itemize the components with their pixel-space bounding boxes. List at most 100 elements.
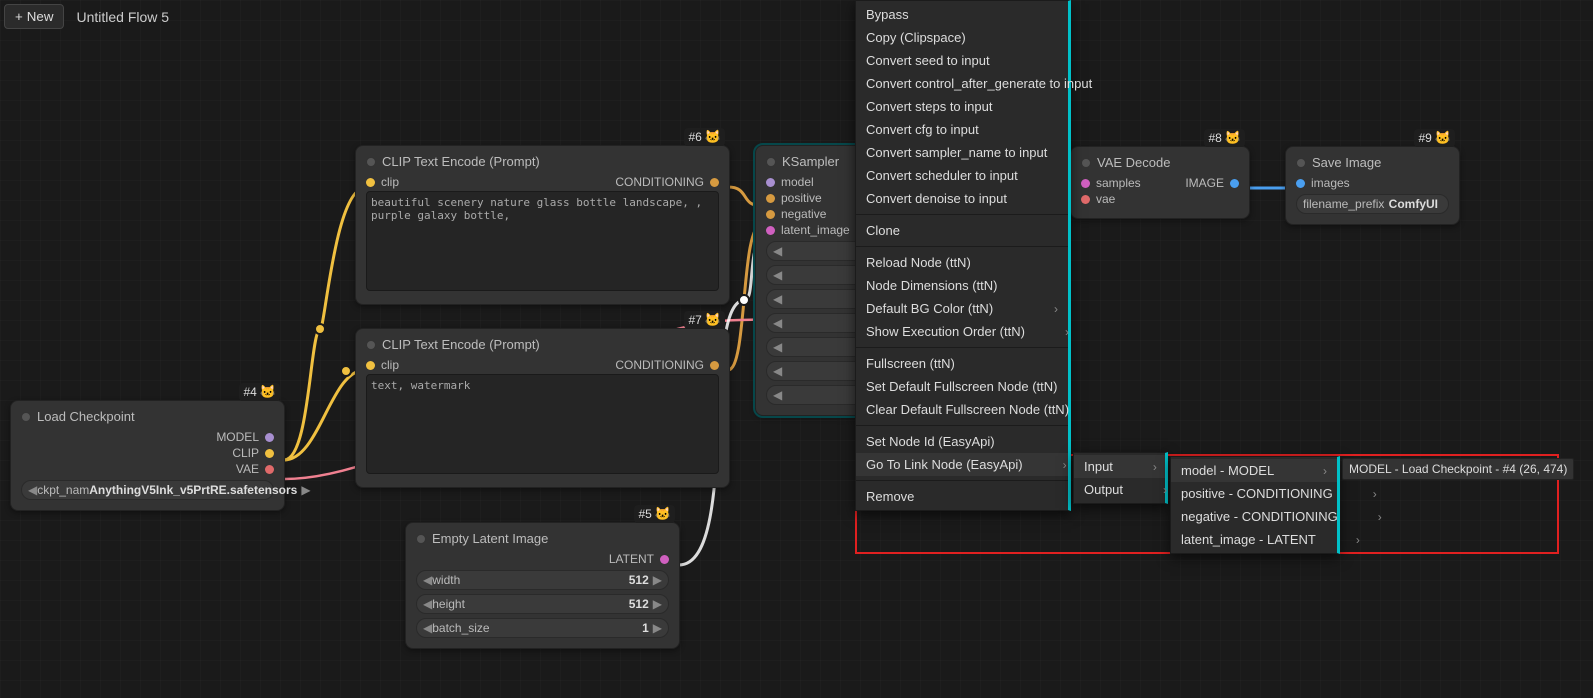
port-images-in[interactable] bbox=[1296, 179, 1305, 188]
port-label: CONDITIONING bbox=[615, 175, 704, 189]
port-clip-out[interactable] bbox=[265, 449, 274, 458]
node-title: Save Image bbox=[1312, 155, 1381, 170]
width-widget[interactable]: ◀width512▶ bbox=[416, 570, 669, 590]
port-clip-in[interactable] bbox=[366, 361, 375, 370]
ctx-item-convert-seed[interactable]: Convert seed to input bbox=[856, 49, 1068, 72]
ctx-item-clear-fullscreen[interactable]: Clear Default Fullscreen Node (ttN) bbox=[856, 398, 1068, 421]
arrow-left-icon[interactable]: ◀ bbox=[423, 621, 432, 635]
ctx-item-bgcolor[interactable]: Default BG Color (ttN)› bbox=[856, 297, 1068, 320]
ctx-item-convert-steps[interactable]: Convert steps to input bbox=[856, 95, 1068, 118]
prompt-textarea[interactable] bbox=[366, 374, 719, 474]
port-label: CLIP bbox=[232, 446, 259, 460]
ctx-item-output[interactable]: Output› bbox=[1074, 478, 1165, 501]
collapse-icon[interactable] bbox=[766, 157, 776, 167]
collapse-icon[interactable] bbox=[1296, 158, 1306, 168]
context-menu-links[interactable]: model - MODEL› positive - CONDITIONING› … bbox=[1170, 456, 1340, 554]
arrow-left-icon[interactable]: ◀ bbox=[28, 483, 37, 497]
collapse-icon[interactable] bbox=[416, 534, 426, 544]
port-label: positive bbox=[781, 191, 822, 205]
node-badge: #5🐱 bbox=[634, 505, 675, 523]
port-positive-in[interactable] bbox=[766, 194, 775, 203]
node-save-image[interactable]: #9🐱 Save Image images filename_prefixCom… bbox=[1285, 146, 1460, 225]
ctx-item-execorder[interactable]: Show Execution Order (ttN)› bbox=[856, 320, 1068, 343]
new-flow-button[interactable]: + New bbox=[4, 4, 64, 29]
collapse-icon[interactable] bbox=[366, 157, 376, 167]
ctx-item-dimensions[interactable]: Node Dimensions (ttN) bbox=[856, 274, 1068, 297]
port-negative-in[interactable] bbox=[766, 210, 775, 219]
node-badge: #9🐱 bbox=[1414, 129, 1455, 147]
ctx-item-link-negative[interactable]: negative - CONDITIONING› bbox=[1171, 505, 1337, 528]
port-latent-out[interactable] bbox=[660, 555, 669, 564]
ctx-item-bypass[interactable]: Bypass bbox=[856, 3, 1068, 26]
port-latent-in[interactable] bbox=[766, 226, 775, 235]
port-cond-out[interactable] bbox=[710, 178, 719, 187]
collapse-icon[interactable] bbox=[1081, 158, 1091, 168]
height-widget[interactable]: ◀height512▶ bbox=[416, 594, 669, 614]
ckpt-widget[interactable]: ◀ ckpt_nam AnythingV5Ink_v5PrtRE.safeten… bbox=[21, 480, 274, 500]
ctx-item-convert-cfg[interactable]: Convert cfg to input bbox=[856, 118, 1068, 141]
widget-label: ckpt_nam bbox=[37, 483, 89, 497]
chevron-right-icon: › bbox=[1054, 302, 1058, 316]
ctx-item-fullscreen[interactable]: Fullscreen (ttN) bbox=[856, 352, 1068, 375]
node-clip-encode-negative[interactable]: #7🐱 CLIP Text Encode (Prompt) clip CONDI… bbox=[355, 328, 730, 488]
arrow-right-icon[interactable]: ▶ bbox=[653, 573, 662, 587]
flow-title[interactable]: Untitled Flow 5 bbox=[76, 9, 169, 25]
ctx-item-remove[interactable]: Remove bbox=[856, 485, 1068, 508]
arrow-right-icon[interactable]: ▶ bbox=[653, 597, 662, 611]
port-label: model bbox=[781, 175, 814, 189]
batchsize-widget[interactable]: ◀batch_size1▶ bbox=[416, 618, 669, 638]
ctx-item-link-positive[interactable]: positive - CONDITIONING› bbox=[1171, 482, 1337, 505]
port-image-out[interactable] bbox=[1230, 179, 1239, 188]
port-model-in[interactable] bbox=[766, 178, 775, 187]
port-samples-in[interactable] bbox=[1081, 179, 1090, 188]
node-title: CLIP Text Encode (Prompt) bbox=[382, 154, 540, 169]
arrow-right-icon[interactable]: ▶ bbox=[301, 483, 310, 497]
ctx-item-link-latent[interactable]: latent_image - LATENT› bbox=[1171, 528, 1337, 551]
context-menu-main[interactable]: Bypass Copy (Clipspace) Convert seed to … bbox=[855, 0, 1071, 511]
node-clip-encode-positive[interactable]: #6🐱 CLIP Text Encode (Prompt) clip CONDI… bbox=[355, 145, 730, 305]
widget-value: ComfyUI bbox=[1389, 197, 1438, 211]
ctx-item-convert-scheduler[interactable]: Convert scheduler to input bbox=[856, 164, 1068, 187]
ctx-item-setnodeid[interactable]: Set Node Id (EasyApi) bbox=[856, 430, 1068, 453]
filename-prefix-widget[interactable]: filename_prefixComfyUI bbox=[1296, 194, 1449, 214]
arrow-right-icon[interactable]: ▶ bbox=[653, 621, 662, 635]
ctx-item-set-fullscreen[interactable]: Set Default Fullscreen Node (ttN) bbox=[856, 375, 1068, 398]
port-label: clip bbox=[381, 358, 399, 372]
ctx-item-clone[interactable]: Clone bbox=[856, 219, 1068, 242]
ctx-item-input[interactable]: Input› bbox=[1074, 455, 1165, 478]
port-label: IMAGE bbox=[1185, 176, 1224, 190]
separator bbox=[856, 214, 1068, 215]
node-badge: #7🐱 bbox=[684, 311, 725, 329]
arrow-left-icon[interactable]: ◀ bbox=[423, 597, 432, 611]
port-cond-out[interactable] bbox=[710, 361, 719, 370]
ctx-item-convert-sampler[interactable]: Convert sampler_name to input bbox=[856, 141, 1068, 164]
collapse-icon[interactable] bbox=[366, 340, 376, 350]
node-empty-latent-image[interactable]: #5🐱 Empty Latent Image LATENT ◀width512▶… bbox=[405, 522, 680, 649]
node-title: VAE Decode bbox=[1097, 155, 1170, 170]
port-vae-in[interactable] bbox=[1081, 195, 1090, 204]
context-menu-io[interactable]: Input› Output› bbox=[1073, 452, 1168, 504]
node-load-checkpoint[interactable]: #4🐱 Load Checkpoint MODEL CLIP VAE ◀ ckp… bbox=[10, 400, 285, 511]
chevron-right-icon: › bbox=[1163, 483, 1167, 497]
collapse-icon[interactable] bbox=[21, 412, 31, 422]
widget-label: width bbox=[432, 573, 460, 587]
arrow-left-icon[interactable]: ◀ bbox=[423, 573, 432, 587]
ctx-item-copy-clipspace[interactable]: Copy (Clipspace) bbox=[856, 26, 1068, 49]
node-vae-decode[interactable]: #8🐱 VAE Decode samples IMAGE vae bbox=[1070, 146, 1250, 219]
separator bbox=[856, 246, 1068, 247]
port-label: CONDITIONING bbox=[615, 358, 704, 372]
ctx-item-link-model[interactable]: model - MODEL› bbox=[1171, 459, 1337, 482]
port-model-out[interactable] bbox=[265, 433, 274, 442]
port-clip-in[interactable] bbox=[366, 178, 375, 187]
prompt-textarea[interactable] bbox=[366, 191, 719, 291]
ctx-item-goto-link[interactable]: Go To Link Node (EasyApi)› bbox=[856, 453, 1068, 476]
ctx-item-reload[interactable]: Reload Node (ttN) bbox=[856, 251, 1068, 274]
port-label: vae bbox=[1096, 192, 1115, 206]
chevron-right-icon: › bbox=[1323, 464, 1327, 478]
tooltip-link-target: MODEL - Load Checkpoint - #4 (26, 474) bbox=[1342, 458, 1574, 480]
port-label: MODEL bbox=[216, 430, 259, 444]
port-vae-out[interactable] bbox=[265, 465, 274, 474]
node-badge: #4🐱 bbox=[239, 383, 280, 401]
ctx-item-convert-denoise[interactable]: Convert denoise to input bbox=[856, 187, 1068, 210]
ctx-item-convert-ctrl[interactable]: Convert control_after_generate to input bbox=[856, 72, 1068, 95]
